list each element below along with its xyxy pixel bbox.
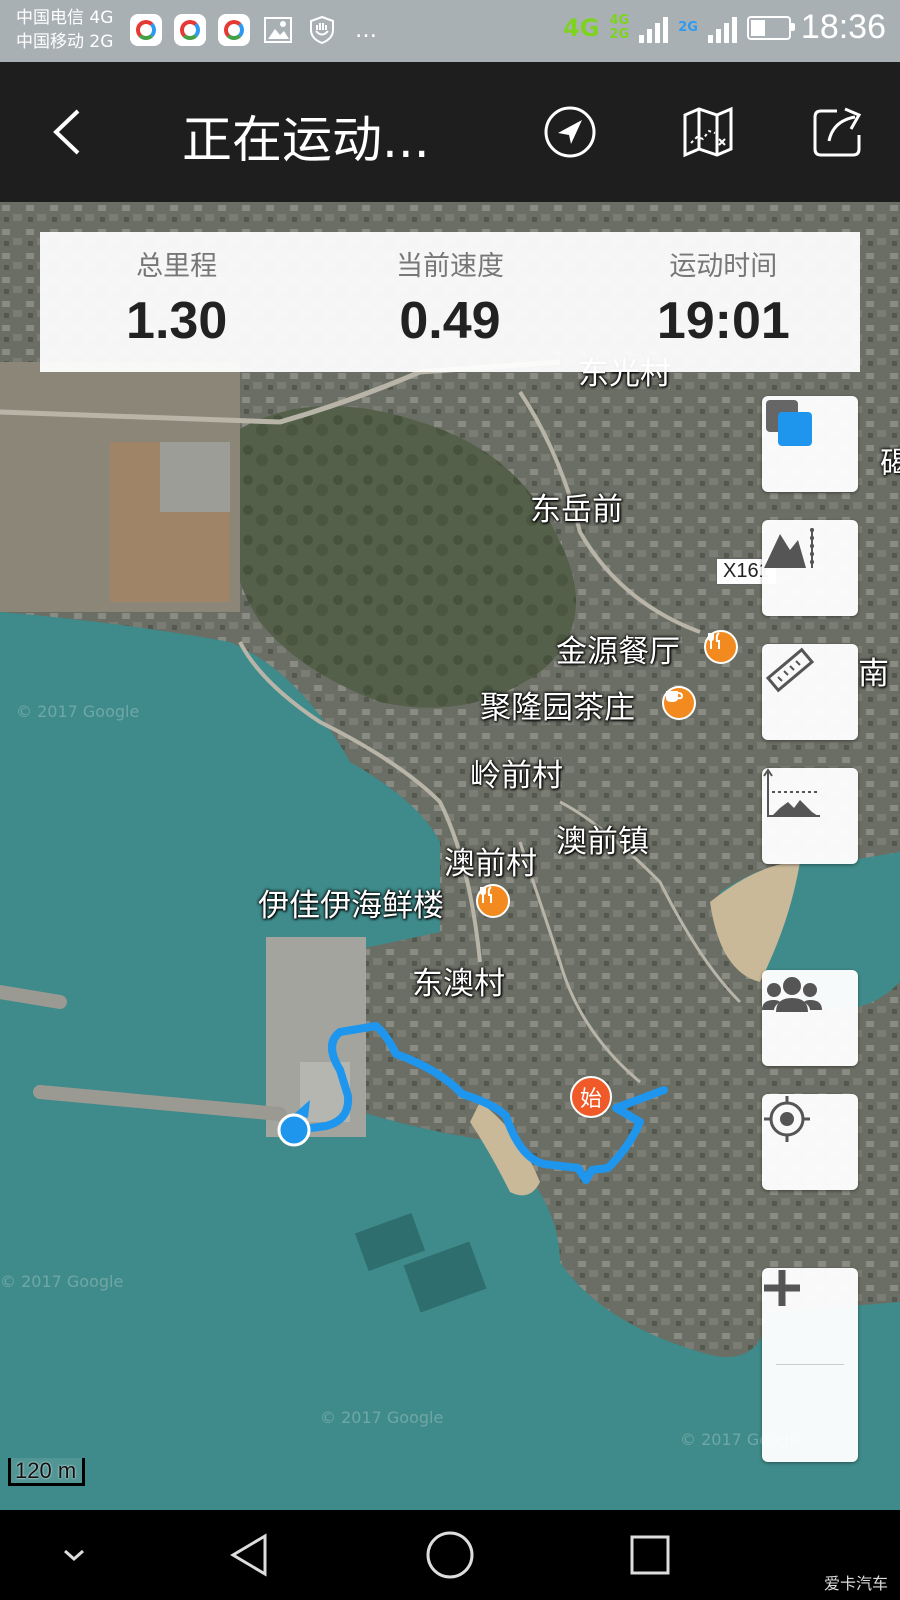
more-icon: … bbox=[355, 17, 377, 43]
stat-label: 总里程 bbox=[136, 251, 218, 282]
status-bar: 中国电信 4G 中国移动 2G … 4G 4G 2G 2G 18:36 bbox=[0, 0, 900, 62]
map-watermark: © 2017 Google bbox=[0, 1272, 124, 1291]
restaurant-icon[interactable] bbox=[704, 630, 738, 664]
chevron-left-icon bbox=[53, 109, 80, 155]
carrier-1: 中国电信 4G bbox=[16, 8, 114, 28]
zoom-out-button[interactable] bbox=[762, 1284, 858, 1461]
poi-label[interactable]: 伊佳伊海鲜楼 bbox=[258, 880, 444, 925]
zoom-control bbox=[762, 1268, 858, 1462]
poi-label[interactable]: 聚隆园茶庄 bbox=[480, 682, 635, 727]
map-label: 澳前村 bbox=[444, 846, 537, 882]
minus-icon bbox=[764, 1284, 800, 1292]
system-indicators: 4G 4G 2G 2G 18:36 bbox=[563, 8, 886, 47]
current-location-icon bbox=[277, 1100, 311, 1147]
network-type: 4G bbox=[563, 13, 600, 42]
nav-back-button[interactable] bbox=[220, 1525, 280, 1585]
friends-button[interactable] bbox=[762, 970, 858, 1066]
map-label: 澳前镇 bbox=[556, 824, 649, 860]
back-button[interactable] bbox=[30, 94, 106, 170]
crosshair-icon bbox=[764, 1096, 810, 1142]
map-view[interactable]: 东光村 东岳前 X161 金源餐厅 聚隆园茶庄 岭前村 澳前镇 澳前村 伊佳伊海… bbox=[0, 202, 900, 1510]
stat-value: 19:01 bbox=[656, 292, 790, 350]
home-circle-icon bbox=[426, 1531, 474, 1579]
navigate-button[interactable] bbox=[532, 94, 608, 170]
navigation-arrow-icon bbox=[544, 106, 596, 158]
stat-label: 运动时间 bbox=[669, 251, 778, 282]
stat-value: 1.30 bbox=[126, 292, 228, 350]
nav-recents-button[interactable] bbox=[620, 1525, 680, 1585]
locate-button[interactable] bbox=[762, 1094, 858, 1190]
image-icon bbox=[262, 14, 294, 46]
terrain-icon bbox=[764, 528, 814, 568]
elevation-chart-button[interactable] bbox=[762, 768, 858, 864]
carrier-info: 中国电信 4G 中国移动 2G bbox=[16, 6, 113, 54]
chevron-down-icon bbox=[64, 1549, 84, 1562]
nav-home-button[interactable] bbox=[420, 1525, 480, 1585]
recents-square-icon bbox=[630, 1535, 670, 1575]
scale-label: 120 m bbox=[8, 1458, 86, 1486]
stat-speed: 当前速度 0.49 bbox=[313, 232, 586, 372]
map-label: 岭前村 bbox=[470, 758, 563, 794]
measure-button[interactable] bbox=[762, 644, 858, 740]
signal-icon bbox=[639, 13, 669, 43]
signal-icon bbox=[707, 13, 737, 43]
map-label: 碣 bbox=[880, 446, 900, 482]
restaurant-icon[interactable] bbox=[476, 884, 510, 918]
site-watermark: 爱卡汽车 bbox=[823, 1574, 888, 1593]
battery-icon bbox=[746, 15, 795, 40]
elevation-chart-icon bbox=[763, 768, 820, 817]
page-title: 正在运动... bbox=[182, 111, 430, 169]
map-button[interactable] bbox=[670, 94, 746, 170]
shield-icon bbox=[306, 14, 338, 46]
app-notification-icon bbox=[174, 14, 206, 46]
app-notification-icon bbox=[218, 14, 250, 46]
terrain-button[interactable] bbox=[762, 520, 858, 616]
map-watermark: © 2017 Google bbox=[16, 702, 140, 721]
teahouse-icon[interactable] bbox=[662, 686, 696, 720]
share-icon bbox=[813, 107, 862, 157]
network-sub-1: 4G 2G bbox=[609, 12, 630, 42]
hide-keyboard-button[interactable] bbox=[44, 1525, 104, 1585]
workout-stats-panel: 总里程 1.30 当前速度 0.49 运动时间 19:01 bbox=[40, 232, 860, 372]
scale-bar: 120 m bbox=[8, 1458, 86, 1486]
map-icon bbox=[683, 106, 733, 158]
poi-label[interactable]: 金源餐厅 bbox=[556, 626, 680, 671]
share-button[interactable] bbox=[800, 94, 876, 170]
clock: 18:36 bbox=[800, 8, 886, 46]
layers-icon bbox=[766, 400, 812, 446]
notification-icons: … bbox=[130, 14, 382, 46]
stat-time: 运动时间 19:01 bbox=[587, 232, 860, 372]
map-label: 南 bbox=[858, 656, 889, 692]
stat-value: 0.49 bbox=[399, 292, 501, 350]
ruler-icon bbox=[765, 647, 815, 693]
network-sub-2: 2G bbox=[678, 19, 698, 35]
group-icon bbox=[762, 977, 822, 1012]
back-triangle-icon bbox=[230, 1533, 267, 1577]
start-marker[interactable]: 始 bbox=[570, 1076, 612, 1118]
map-label: 东澳村 bbox=[412, 966, 505, 1002]
map-label: 东岳前 bbox=[530, 492, 623, 528]
stat-label: 当前速度 bbox=[395, 251, 504, 282]
app-notification-icon bbox=[130, 14, 162, 46]
map-watermark: © 2017 Google bbox=[320, 1408, 444, 1427]
system-nav-bar: 爱卡汽车 bbox=[0, 1510, 900, 1600]
carrier-2: 中国移动 2G bbox=[16, 32, 114, 52]
stat-distance: 总里程 1.30 bbox=[40, 232, 313, 372]
map-layers-button[interactable] bbox=[762, 396, 858, 492]
app-header: 正在运动... bbox=[0, 62, 900, 202]
